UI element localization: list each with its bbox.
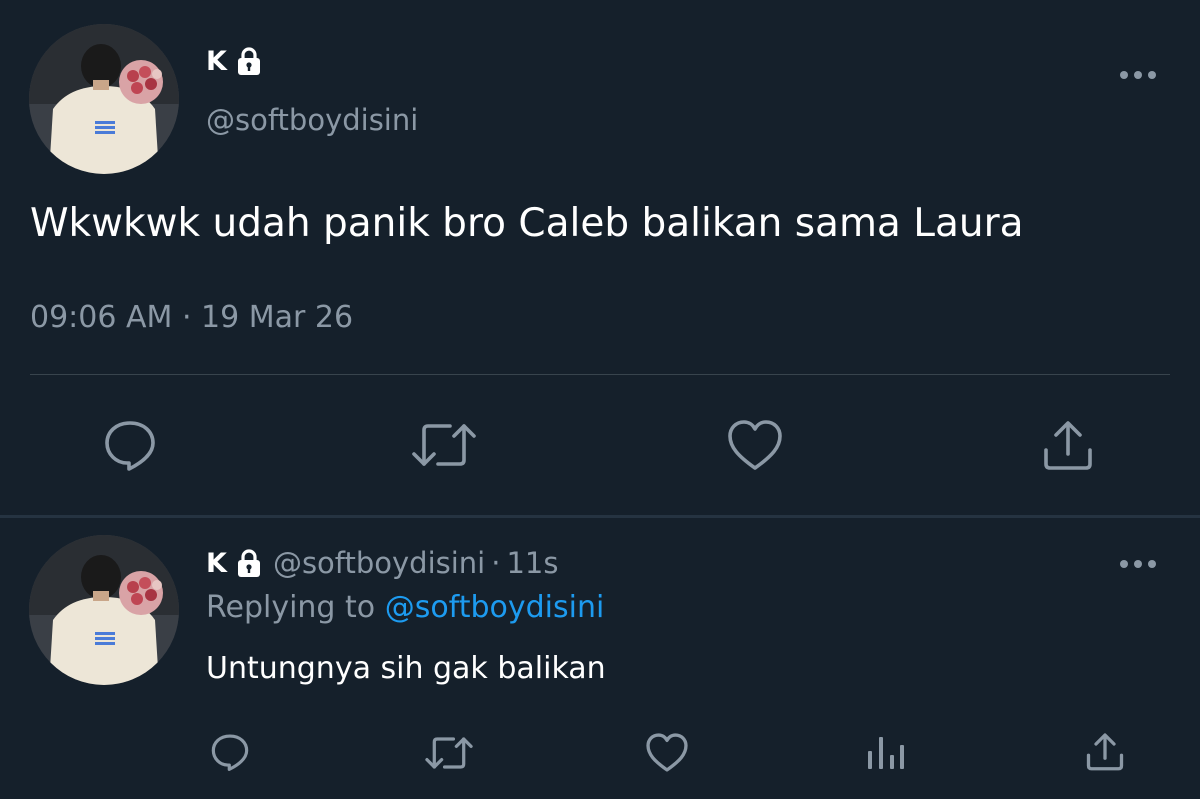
section-divider bbox=[0, 515, 1200, 518]
share-icon bbox=[1040, 418, 1096, 472]
reply-icon bbox=[101, 416, 159, 474]
like-icon bbox=[645, 732, 689, 773]
share-icon bbox=[1084, 731, 1126, 772]
reply-more-icon[interactable] bbox=[1118, 555, 1158, 568]
tweet-text: Wkwkwk udah panik bro Caleb balikan sama… bbox=[30, 201, 1024, 246]
lock-icon bbox=[233, 45, 265, 77]
like-button[interactable] bbox=[726, 418, 784, 472]
tweet-date: 19 Mar 26 bbox=[201, 300, 354, 335]
analytics-button[interactable] bbox=[866, 733, 906, 771]
share-button[interactable] bbox=[1040, 418, 1096, 472]
reply-reply-button[interactable] bbox=[209, 731, 251, 773]
timestamp-separator: · bbox=[181, 300, 192, 335]
reply-separator: · bbox=[491, 546, 501, 580]
reply-retweet-button[interactable] bbox=[424, 733, 474, 773]
analytics-icon bbox=[866, 733, 906, 771]
divider bbox=[30, 374, 1170, 375]
replying-to: Replying to @softboydisini bbox=[206, 590, 604, 625]
tweet-timestamp[interactable]: 09:06 AM · 19 Mar 26 bbox=[30, 300, 353, 335]
reply-age[interactable]: 11s bbox=[506, 546, 558, 580]
reply-button[interactable] bbox=[101, 416, 159, 474]
retweet-icon bbox=[424, 733, 474, 773]
tweet-thread: K @softboydisini Wkwkwk udah panik bro C… bbox=[0, 0, 1200, 799]
lock-icon bbox=[233, 547, 265, 579]
reply-header: K @softboydisini · 11s bbox=[206, 544, 558, 582]
avatar[interactable] bbox=[29, 24, 179, 174]
reply-icon bbox=[209, 731, 251, 773]
retweet-button[interactable] bbox=[410, 418, 478, 472]
reply-text: Untungnya sih gak balikan bbox=[206, 651, 606, 686]
more-icon[interactable] bbox=[1118, 66, 1158, 79]
display-name[interactable]: K bbox=[206, 42, 265, 80]
tweet-time: 09:06 AM bbox=[30, 300, 173, 335]
display-name-label: K bbox=[206, 45, 227, 77]
handle[interactable]: @softboydisini bbox=[206, 103, 418, 137]
reply-share-button[interactable] bbox=[1084, 731, 1126, 772]
retweet-icon bbox=[410, 418, 478, 472]
reply-handle[interactable]: @softboydisini bbox=[273, 546, 485, 580]
reply-like-button[interactable] bbox=[645, 732, 689, 773]
replying-to-prefix: Replying to bbox=[206, 590, 376, 625]
replying-to-mention[interactable]: @softboydisini bbox=[385, 590, 605, 625]
reply-display-name[interactable]: K bbox=[206, 548, 227, 579]
reply-avatar[interactable] bbox=[29, 535, 179, 685]
like-icon bbox=[726, 418, 784, 472]
